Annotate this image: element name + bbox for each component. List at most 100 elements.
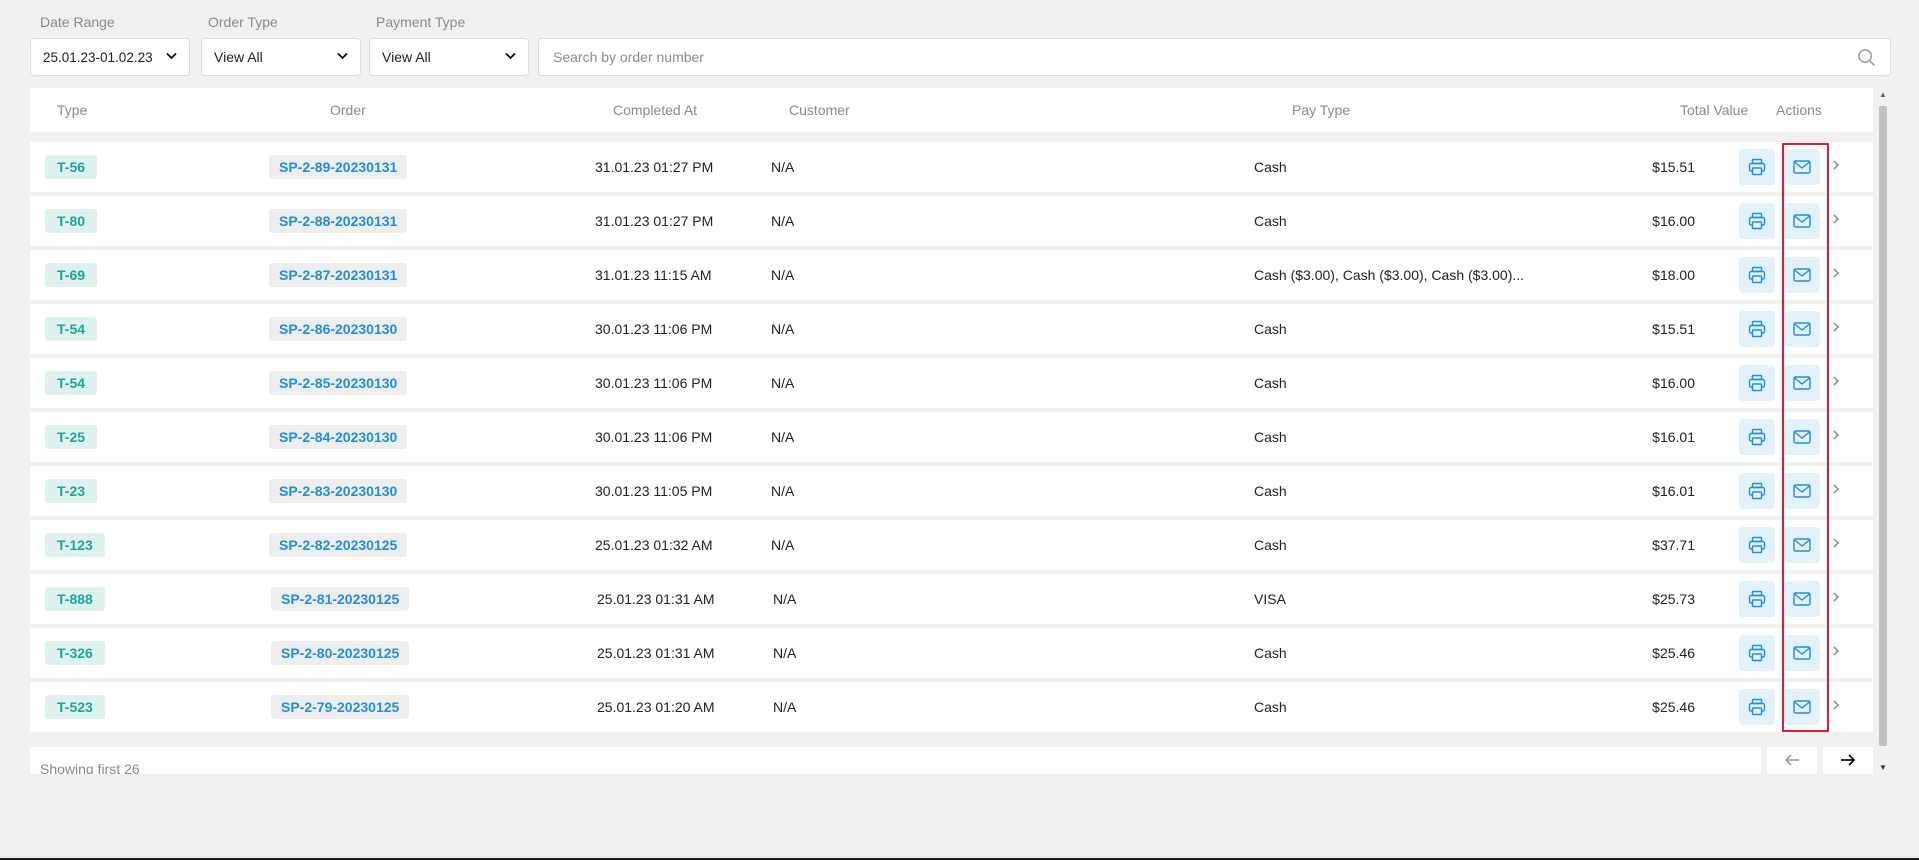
print-receipt-button[interactable]	[1739, 473, 1775, 509]
column-header-customer[interactable]: Customer	[789, 88, 850, 132]
chevron-right-icon[interactable]	[1832, 304, 1840, 354]
email-receipt-button[interactable]	[1784, 365, 1820, 401]
printer-icon	[1748, 158, 1766, 176]
chevron-right-icon[interactable]	[1832, 358, 1840, 408]
completed-at-cell: 30.01.23 11:06 PM	[595, 321, 713, 337]
email-receipt-button[interactable]	[1784, 581, 1820, 617]
column-header-pay-type[interactable]: Pay Type	[1292, 88, 1350, 132]
scroll-down-arrow-icon[interactable]: ▼	[1879, 763, 1887, 772]
print-receipt-button[interactable]	[1739, 365, 1775, 401]
column-header-type[interactable]: Type	[57, 88, 87, 132]
chevron-right-icon[interactable]	[1832, 682, 1840, 732]
order-number-link[interactable]: SP-2-79-20230125	[271, 695, 410, 719]
table-row[interactable]: T-123 SP-2-82-20230125 25.01.23 01:32 AM N/…	[30, 520, 1873, 570]
showing-count: Showing first 26	[40, 761, 140, 774]
completed-at-cell: 31.01.23 01:27 PM	[595, 159, 714, 175]
mail-icon	[1793, 160, 1811, 174]
search-box[interactable]	[538, 38, 1891, 76]
mail-icon	[1793, 538, 1811, 552]
column-header-total-value[interactable]: Total Value	[1680, 88, 1748, 132]
arrow-right-icon	[1840, 753, 1856, 774]
print-receipt-button[interactable]	[1739, 203, 1775, 239]
print-receipt-button[interactable]	[1739, 311, 1775, 347]
table-scrollbar[interactable]: ▲ ▼	[1877, 88, 1889, 774]
next-page-button[interactable]	[1823, 747, 1873, 774]
table-row[interactable]: T-25 SP-2-84-20230130 30.01.23 11:06 PM N/A…	[30, 412, 1873, 462]
table-type-tag: T-80	[45, 209, 98, 233]
printer-icon	[1748, 374, 1766, 392]
table-row[interactable]: T-23 SP-2-83-20230130 30.01.23 11:05 PM N/A…	[30, 466, 1873, 516]
order-number-link[interactable]: SP-2-81-20230125	[271, 587, 410, 611]
pay-type-cell: Cash	[1254, 699, 1287, 715]
order-type-label: Order Type	[208, 14, 278, 30]
email-receipt-button[interactable]	[1784, 689, 1820, 725]
scroll-thumb[interactable]	[1879, 106, 1887, 746]
mail-icon	[1793, 376, 1811, 390]
pay-type-cell: Cash	[1254, 375, 1287, 391]
table-row[interactable]: T-888 SP-2-81-20230125 25.01.23 01:31 AM N/…	[30, 574, 1873, 624]
email-receipt-button[interactable]	[1784, 419, 1820, 455]
email-receipt-button[interactable]	[1784, 527, 1820, 563]
print-receipt-button[interactable]	[1739, 149, 1775, 185]
order-number-link[interactable]: SP-2-83-20230130	[269, 479, 408, 503]
chevron-right-icon[interactable]	[1832, 142, 1840, 192]
customer-cell: N/A	[773, 591, 797, 607]
total-value-cell: $16.01	[1652, 483, 1695, 499]
order-number-link[interactable]: SP-2-85-20230130	[269, 371, 408, 395]
table-row[interactable]: T-69 SP-2-87-20230131 31.01.23 11:15 AM N/A…	[30, 250, 1873, 300]
chevron-right-icon[interactable]	[1832, 574, 1840, 624]
previous-page-button[interactable]	[1767, 747, 1817, 774]
order-number-link[interactable]: SP-2-89-20230131	[269, 155, 408, 179]
order-number-link[interactable]: SP-2-87-20230131	[269, 263, 408, 287]
chevron-right-icon[interactable]	[1832, 250, 1840, 300]
order-number-link[interactable]: SP-2-80-20230125	[271, 641, 410, 665]
date-range-select[interactable]: 25.01.23-01.02.23	[30, 38, 190, 76]
table-row[interactable]: T-523 SP-2-79-20230125 25.01.23 01:20 AM N/…	[30, 682, 1873, 732]
order-type-select[interactable]: View All	[201, 38, 361, 76]
chevron-right-icon[interactable]	[1832, 196, 1840, 246]
scroll-up-arrow-icon[interactable]: ▲	[1879, 90, 1887, 99]
chevron-right-icon[interactable]	[1832, 466, 1840, 516]
print-receipt-button[interactable]	[1739, 419, 1775, 455]
email-receipt-button[interactable]	[1784, 311, 1820, 347]
mail-icon	[1793, 430, 1811, 444]
chevron-right-icon[interactable]	[1832, 412, 1840, 462]
email-receipt-button[interactable]	[1784, 635, 1820, 671]
order-number-link[interactable]: SP-2-82-20230125	[269, 533, 408, 557]
payment-type-select[interactable]: View All	[369, 38, 529, 76]
table-header: Type Order Completed At Customer Pay Typ…	[30, 88, 1873, 132]
print-receipt-button[interactable]	[1739, 527, 1775, 563]
column-header-order[interactable]: Order	[330, 88, 366, 132]
table-row[interactable]: T-326 SP-2-80-20230125 25.01.23 01:31 AM N/…	[30, 628, 1873, 678]
table-row[interactable]: T-54 SP-2-86-20230130 30.01.23 11:06 PM N/A…	[30, 304, 1873, 354]
order-number-link[interactable]: SP-2-88-20230131	[269, 209, 408, 233]
customer-cell: N/A	[771, 429, 795, 445]
table-row[interactable]: T-56 SP-2-89-20230131 31.01.23 01:27 PM N/A…	[30, 142, 1873, 192]
table-row[interactable]: T-80 SP-2-88-20230131 31.01.23 01:27 PM N/A…	[30, 196, 1873, 246]
email-receipt-button[interactable]	[1784, 257, 1820, 293]
email-receipt-button[interactable]	[1784, 149, 1820, 185]
search-icon[interactable]	[1856, 47, 1876, 67]
print-receipt-button[interactable]	[1739, 689, 1775, 725]
completed-at-cell: 31.01.23 01:27 PM	[595, 213, 714, 229]
print-receipt-button[interactable]	[1739, 581, 1775, 617]
order-number-link[interactable]: SP-2-86-20230130	[269, 317, 408, 341]
completed-at-cell: 25.01.23 01:20 AM	[597, 699, 715, 715]
order-number-link[interactable]: SP-2-84-20230130	[269, 425, 408, 449]
print-receipt-button[interactable]	[1739, 257, 1775, 293]
customer-cell: N/A	[771, 537, 795, 553]
chevron-right-icon[interactable]	[1832, 520, 1840, 570]
printer-icon	[1748, 482, 1766, 500]
email-receipt-button[interactable]	[1784, 203, 1820, 239]
table-row[interactable]: T-54 SP-2-85-20230130 30.01.23 11:06 PM N/A…	[30, 358, 1873, 408]
print-receipt-button[interactable]	[1739, 635, 1775, 671]
email-receipt-button[interactable]	[1784, 473, 1820, 509]
total-value-cell: $18.00	[1652, 267, 1695, 283]
column-header-completed-at[interactable]: Completed At	[613, 88, 697, 132]
page-bottom-area	[0, 774, 1919, 860]
total-value-cell: $16.01	[1652, 429, 1695, 445]
search-input[interactable]	[553, 49, 1856, 65]
chevron-right-icon[interactable]	[1832, 628, 1840, 678]
pay-type-cell: Cash	[1254, 537, 1287, 553]
completed-at-cell: 31.01.23 11:15 AM	[595, 267, 712, 283]
